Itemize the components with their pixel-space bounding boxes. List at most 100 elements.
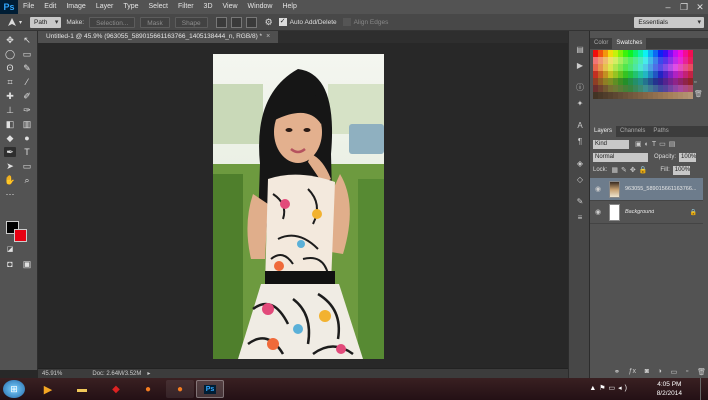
maximize-button[interactable]: ❐	[676, 0, 692, 14]
swatch-cell[interactable]	[618, 85, 623, 92]
auto-add-delete-checkbox[interactable]: ✓	[278, 18, 287, 26]
swatch-cell[interactable]	[668, 85, 673, 92]
swatch-cell[interactable]	[648, 57, 653, 64]
new-swatch-icon[interactable]: ▫	[694, 79, 696, 86]
swatch-cell[interactable]	[668, 50, 673, 57]
show-desktop-button[interactable]	[700, 378, 708, 400]
eye-icon[interactable]: ◉	[593, 185, 603, 193]
pen-tool-icon[interactable]: ✒	[4, 147, 16, 157]
firefox-icon[interactable]: ●	[134, 380, 162, 398]
clock[interactable]: 4:05 PM 8/2/2014	[657, 380, 682, 398]
move-tool-icon[interactable]: ✥	[4, 35, 16, 45]
swatch-cell[interactable]	[598, 85, 603, 92]
3d-panel-icon[interactable]: ◈	[574, 159, 586, 169]
swatch-cell[interactable]	[638, 71, 643, 78]
healing-brush-tool-icon[interactable]: ✚	[4, 91, 16, 101]
crop-tool-icon[interactable]: ⌗	[4, 77, 16, 87]
zoom-level[interactable]: 45.91%	[42, 371, 62, 377]
swatch-cell[interactable]	[618, 50, 623, 57]
brush-tool-icon[interactable]: ✐	[21, 91, 33, 101]
pen-tool-preset-picker[interactable]: ▾	[6, 16, 22, 28]
pen-mode-select[interactable]: Path	[30, 16, 62, 28]
swatch-cell[interactable]	[618, 78, 623, 85]
swatch-cell[interactable]	[683, 71, 688, 78]
arrow-tool-icon[interactable]: ↖	[21, 35, 33, 45]
character-panel-icon[interactable]: A	[574, 121, 586, 131]
swatch-cell[interactable]	[623, 57, 628, 64]
swatch-cell[interactable]	[653, 85, 658, 92]
swatch-cell[interactable]	[608, 92, 613, 99]
swatch-cell[interactable]	[678, 92, 683, 99]
swatch-cell[interactable]	[668, 57, 673, 64]
brush-panel-icon[interactable]: ✦	[574, 99, 586, 109]
swatch-cell[interactable]	[638, 92, 643, 99]
swatch-cell[interactable]	[658, 92, 663, 99]
history-brush-tool-icon[interactable]: ✑	[21, 105, 33, 115]
marquee-rect-tool-icon[interactable]: ▭	[21, 49, 33, 59]
swatch-cell[interactable]	[618, 64, 623, 71]
fx-icon[interactable]: ƒx	[629, 368, 636, 378]
swatch-cell[interactable]	[648, 71, 653, 78]
swatch-cell[interactable]	[658, 85, 663, 92]
swatch-cell[interactable]	[593, 64, 598, 71]
swatch-cell[interactable]	[623, 50, 628, 57]
swatch-cell[interactable]	[668, 71, 673, 78]
swatch-cell[interactable]	[603, 64, 608, 71]
swatch-cell[interactable]	[608, 71, 613, 78]
swatch-cell[interactable]	[638, 64, 643, 71]
swatch-cell[interactable]	[643, 92, 648, 99]
default-colors-icon[interactable]: ◪	[4, 245, 16, 255]
hand-tool-icon[interactable]: ✋	[4, 175, 16, 185]
swatch-cell[interactable]	[638, 50, 643, 57]
menu-help[interactable]: Help	[277, 0, 301, 14]
system-tray-icons[interactable]: ▲⚑▭◂)	[589, 384, 630, 392]
swatch-cell[interactable]	[648, 92, 653, 99]
swatch-cell[interactable]	[608, 50, 613, 57]
path-operations-icon[interactable]	[215, 16, 227, 28]
swatch-cell[interactable]	[688, 57, 693, 64]
swatch-cell[interactable]	[663, 85, 668, 92]
minimize-button[interactable]: –	[660, 0, 676, 14]
swatch-cell[interactable]	[663, 57, 668, 64]
marquee-tool-icon[interactable]: ◯	[4, 49, 16, 59]
swatch-cell[interactable]	[613, 85, 618, 92]
actions-panel-icon[interactable]: ▶	[574, 61, 586, 71]
swatch-cell[interactable]	[648, 78, 653, 85]
swatch-cell[interactable]	[603, 50, 608, 57]
trash-icon[interactable]: 🗑	[694, 90, 703, 98]
swatch-cell[interactable]	[668, 78, 673, 85]
swatch-cell[interactable]	[648, 64, 653, 71]
tab-channels[interactable]: Channels	[616, 126, 649, 137]
firefox-active-icon[interactable]: ●	[166, 380, 194, 398]
screen-mode-icon[interactable]: ▣	[21, 259, 33, 269]
swatch-cell[interactable]	[658, 64, 663, 71]
swatch-cell[interactable]	[653, 92, 658, 99]
swatch-cell[interactable]	[598, 50, 603, 57]
swatch-cell[interactable]	[673, 50, 678, 57]
photoshop-taskbar-icon[interactable]: Ps	[196, 380, 224, 398]
menu-type[interactable]: Type	[118, 0, 143, 14]
swatch-cell[interactable]	[653, 64, 658, 71]
swatch-cell[interactable]	[628, 85, 633, 92]
layer-kind-filter[interactable]: Kind	[593, 139, 629, 149]
blend-mode-select[interactable]: Normal	[593, 152, 648, 162]
swatch-cell[interactable]	[628, 50, 633, 57]
swatch-cell[interactable]	[628, 57, 633, 64]
tab-layers[interactable]: Layers	[590, 126, 617, 137]
swatch-cell[interactable]	[678, 57, 683, 64]
zoom-tool-icon[interactable]: ⌕	[21, 175, 33, 185]
swatch-cell[interactable]	[593, 85, 598, 92]
adjustment-layer-icon[interactable]: ◑	[658, 368, 662, 378]
swatch-cell[interactable]	[673, 71, 678, 78]
swatch-cell[interactable]	[618, 71, 623, 78]
swatch-cell[interactable]	[673, 78, 678, 85]
opacity-input[interactable]: 100%	[679, 152, 696, 162]
swatch-cell[interactable]	[628, 92, 633, 99]
swatch-cell[interactable]	[643, 85, 648, 92]
swatch-cell[interactable]	[598, 92, 603, 99]
close-document-icon[interactable]: ×	[266, 31, 270, 43]
swatch-cell[interactable]	[663, 71, 668, 78]
make-shape-button[interactable]: Shape	[174, 16, 208, 28]
swatch-cell[interactable]	[613, 78, 618, 85]
trash-icon[interactable]: 🗑	[697, 368, 706, 378]
